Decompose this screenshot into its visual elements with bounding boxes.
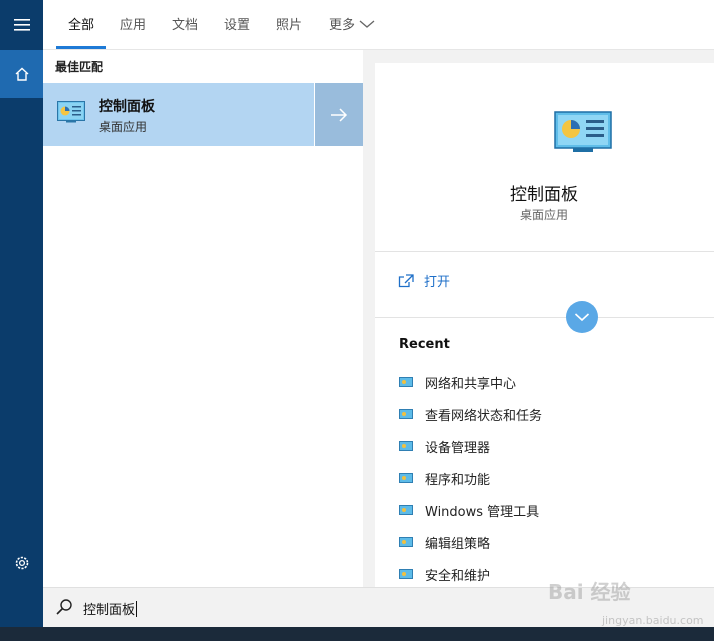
left-rail — [0, 0, 43, 627]
open-action[interactable]: 打开 — [398, 271, 450, 290]
control-panel-large-icon — [554, 111, 612, 157]
chevron-down-icon — [359, 20, 375, 28]
recent-item-label: 程序和功能 — [425, 472, 491, 488]
control-panel-icon — [399, 473, 413, 483]
taskbar — [0, 627, 714, 641]
control-panel-icon — [399, 537, 413, 547]
divider — [375, 317, 714, 318]
recent-item[interactable]: 编辑组策略 — [399, 526, 542, 558]
open-external-icon — [398, 273, 414, 287]
menu-icon[interactable] — [0, 0, 43, 50]
best-match-subtitle: 桌面应用 — [99, 120, 148, 134]
recent-item-label: 编辑组策略 — [425, 536, 491, 552]
recent-item[interactable]: 网络和共享中心 — [399, 366, 542, 398]
recent-item-label: Windows 管理工具 — [425, 504, 540, 520]
home-icon[interactable] — [0, 50, 43, 98]
tab-more[interactable]: 更多 — [329, 14, 375, 33]
best-match-item[interactable]: 控制面板 桌面应用 — [43, 83, 314, 146]
preview-pane: 控制面板 桌面应用 打开 Recent 网络和共享中心 查看网络状态和任务 设备… — [375, 63, 714, 587]
tab-settings[interactable]: 设置 — [224, 14, 250, 33]
recent-item-label: 安全和维护 — [425, 568, 491, 584]
recent-item-label: 查看网络状态和任务 — [425, 408, 543, 424]
preview-subtitle: 桌面应用 — [519, 208, 568, 222]
divider — [375, 251, 714, 252]
tab-documents[interactable]: 文档 — [172, 14, 198, 33]
open-preview-arrow-button[interactable] — [315, 83, 363, 146]
results-panel: 最佳匹配 控制面板 桌面应用 — [43, 50, 363, 587]
expand-button[interactable] — [566, 301, 598, 333]
arrow-right-icon — [331, 107, 348, 122]
recent-item[interactable]: 程序和功能 — [399, 462, 542, 494]
tab-all[interactable]: 全部 — [68, 14, 94, 33]
control-panel-icon — [399, 409, 413, 419]
best-match-heading: 最佳匹配 — [55, 60, 104, 74]
watermark-url: jingyan.baidu.com — [602, 614, 704, 627]
search-input[interactable]: 控制面板 — [83, 599, 138, 618]
recent-item[interactable]: 查看网络状态和任务 — [399, 398, 542, 430]
recent-item[interactable]: 设备管理器 — [399, 430, 542, 462]
control-panel-icon — [57, 101, 85, 127]
control-panel-icon — [399, 377, 413, 387]
text-caret — [136, 600, 138, 617]
recent-item[interactable]: Windows 管理工具 — [399, 494, 542, 526]
tab-apps[interactable]: 应用 — [120, 14, 146, 33]
control-panel-icon — [399, 569, 413, 579]
search-icon — [55, 598, 73, 620]
best-match-name: 控制面板 — [99, 99, 155, 115]
tab-photos[interactable]: 照片 — [276, 14, 302, 33]
recent-list: 网络和共享中心 查看网络状态和任务 设备管理器 程序和功能 Windows 管理… — [399, 366, 542, 590]
watermark-logo: Bai 经验 — [548, 580, 631, 604]
settings-gear-icon[interactable] — [0, 540, 43, 586]
recent-item-label: 设备管理器 — [425, 440, 491, 456]
recent-heading: Recent — [399, 337, 450, 352]
chevron-down-icon — [574, 313, 590, 322]
tab-more-label: 更多 — [329, 18, 356, 33]
open-label: 打开 — [424, 275, 451, 290]
recent-item-label: 网络和共享中心 — [425, 376, 517, 392]
filter-tab-bar: 全部 应用 文档 设置 照片 更多 — [43, 0, 714, 50]
control-panel-icon — [399, 505, 413, 515]
active-tab-indicator — [56, 46, 106, 49]
control-panel-icon — [399, 441, 413, 451]
recent-item[interactable]: 安全和维护 — [399, 558, 542, 590]
search-query: 控制面板 — [83, 603, 136, 618]
preview-title: 控制面板 — [510, 185, 578, 205]
